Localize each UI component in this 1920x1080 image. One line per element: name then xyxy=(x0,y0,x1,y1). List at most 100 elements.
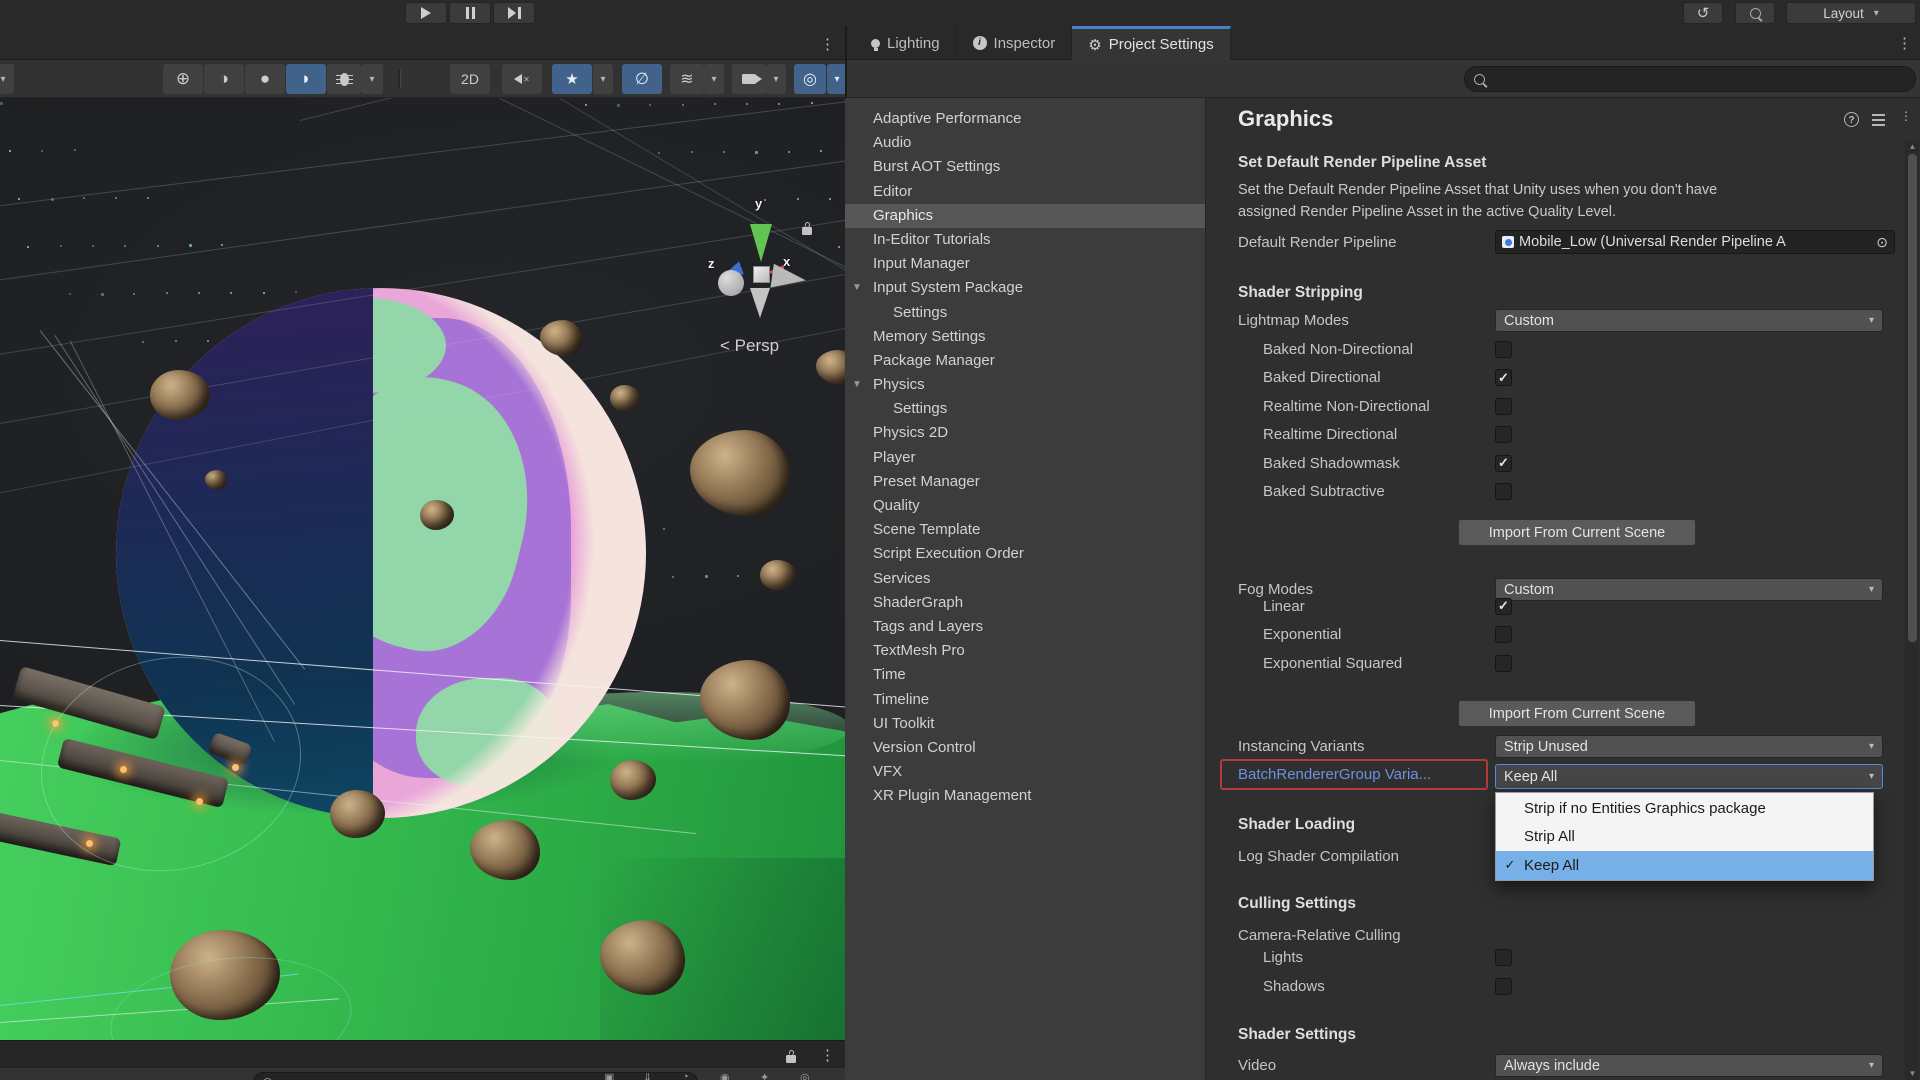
tab-inspector[interactable]: i Inspector xyxy=(957,26,1073,60)
settings-list-item[interactable]: Graphics xyxy=(845,203,1205,228)
gizmo-y-axis[interactable] xyxy=(750,224,772,262)
video-shaders-dropdown[interactable]: Always include ▾ xyxy=(1495,1054,1883,1077)
foldout-icon[interactable]: ▼ xyxy=(852,276,868,300)
object-picker-icon[interactable]: ⊙ xyxy=(1876,234,1888,251)
layout-dropdown[interactable]: Layout ▾ xyxy=(1786,2,1916,24)
debug-draw-mode-dropdown[interactable]: ▾ xyxy=(361,64,383,94)
panel-icon[interactable]: ◔ xyxy=(682,1071,689,1080)
settings-list-item[interactable]: Burst AOT Settings xyxy=(845,155,1205,179)
settings-list-item[interactable]: ShaderGraph xyxy=(845,591,1205,615)
console-search-input[interactable] xyxy=(253,1072,698,1080)
2d-mode-button[interactable]: 2D xyxy=(450,64,490,94)
gizmo-gray-axis[interactable] xyxy=(750,288,770,318)
settings-list-item[interactable]: Editor xyxy=(845,180,1205,204)
gizmo-minus-axis[interactable] xyxy=(718,270,744,296)
presets-icon[interactable] xyxy=(1872,114,1885,126)
gizmos-button[interactable]: ◎ xyxy=(794,64,826,94)
panel-icon[interactable]: ✦ xyxy=(760,1071,769,1080)
settings-list-item[interactable]: Settings xyxy=(845,397,1205,421)
draw-mode-debug-button[interactable]: ◗ xyxy=(286,64,326,94)
settings-search-input[interactable] xyxy=(1464,66,1916,92)
default-render-pipeline-field[interactable]: Mobile_Low (Universal Render Pipeline A … xyxy=(1495,230,1895,254)
dropdown-menu-item[interactable]: Strip All xyxy=(1496,823,1873,852)
settings-list-item[interactable]: Quality xyxy=(845,494,1205,518)
camera-settings-dropdown[interactable]: ▾ xyxy=(766,64,786,94)
checkbox[interactable] xyxy=(1495,654,1512,672)
checkbox[interactable]: ✓ xyxy=(1495,369,1512,387)
settings-list-item[interactable]: Adaptive Performance xyxy=(845,107,1205,131)
pane-menu-icon[interactable]: ⋮ xyxy=(1897,34,1912,52)
checkbox[interactable] xyxy=(1495,340,1512,358)
dropdown-menu-item[interactable]: Strip if no Entities Graphics package xyxy=(1496,794,1873,823)
lightmap-modes-dropdown[interactable]: Custom ▾ xyxy=(1495,309,1883,332)
lock-icon[interactable] xyxy=(786,1055,796,1063)
draw-mode-wireframe-button[interactable]: ⊕ xyxy=(163,64,203,94)
scroll-down-icon[interactable]: ▼ xyxy=(1906,1069,1919,1078)
settings-list-item[interactable]: VFX xyxy=(845,760,1205,784)
settings-list-item[interactable]: In-Editor Tutorials xyxy=(845,228,1205,252)
tool-overflow-button[interactable]: ▾ xyxy=(0,64,14,94)
instancing-variants-dropdown[interactable]: Strip Unused ▾ xyxy=(1495,735,1883,758)
perspective-label[interactable]: < Persp xyxy=(720,336,779,356)
checkbox[interactable] xyxy=(1495,977,1512,995)
settings-list-item[interactable]: Player xyxy=(845,446,1205,470)
settings-list-item[interactable]: Input Manager xyxy=(845,252,1205,276)
checkbox[interactable] xyxy=(1495,483,1512,501)
tab-lighting[interactable]: Lighting xyxy=(855,26,957,60)
layers-dropdown[interactable]: ▾ xyxy=(704,64,724,94)
settings-list-item[interactable]: Package Manager xyxy=(845,349,1205,373)
settings-list-item[interactable]: ▼ Input System Package xyxy=(845,276,1205,300)
settings-list-item[interactable]: Scene Template xyxy=(845,518,1205,542)
settings-list-item[interactable]: Settings xyxy=(845,301,1205,325)
undo-history-button[interactable]: ↺ xyxy=(1683,2,1723,24)
settings-list-item[interactable]: Tags and Layers xyxy=(845,615,1205,639)
gizmo-gray-axis[interactable] xyxy=(770,263,808,293)
scroll-up-icon[interactable]: ▲ xyxy=(1906,142,1919,151)
scrollbar-thumb[interactable] xyxy=(1908,154,1917,642)
play-button[interactable] xyxy=(405,2,447,24)
checkbox[interactable]: ✓ xyxy=(1495,454,1512,472)
scene-gizmo[interactable]: y x z < Persp xyxy=(0,98,845,355)
camera-settings-button[interactable] xyxy=(732,64,766,94)
pause-button[interactable] xyxy=(449,2,491,24)
settings-list-item[interactable]: UI Toolkit xyxy=(845,712,1205,736)
lock-icon[interactable] xyxy=(802,227,812,235)
settings-list-item[interactable]: TextMesh Pro xyxy=(845,639,1205,663)
hidden-objects-button[interactable]: ∅ xyxy=(622,64,662,94)
draw-mode-shaded-button[interactable]: ● xyxy=(245,64,285,94)
step-button[interactable] xyxy=(493,2,535,24)
pane-menu-icon[interactable]: ⋮ xyxy=(820,35,835,53)
settings-list-item[interactable]: XR Plugin Management xyxy=(845,784,1205,808)
import-from-scene-button[interactable]: Import From Current Scene xyxy=(1458,700,1696,727)
settings-list-item[interactable]: ▼ Physics xyxy=(845,373,1205,397)
search-everywhere-button[interactable] xyxy=(1735,2,1775,24)
panel-icon[interactable]: ⇓ xyxy=(643,1071,652,1080)
effects-toggle-button[interactable]: ★ xyxy=(552,64,592,94)
checkbox[interactable]: ✓ xyxy=(1495,597,1512,615)
pane-menu-icon[interactable]: ⋮ xyxy=(820,1046,835,1064)
batchrenderergroup-variants-dropdown[interactable]: Keep All ▾ xyxy=(1495,764,1883,789)
checkbox[interactable] xyxy=(1495,626,1512,644)
effects-dropdown[interactable]: ▾ xyxy=(593,64,613,94)
draw-mode-shaded-wireframe-button[interactable]: ◑ xyxy=(204,64,244,94)
panel-scrollbar[interactable]: ▲ ▼ xyxy=(1905,140,1919,1080)
checkbox[interactable] xyxy=(1495,397,1512,415)
tab-project-settings[interactable]: ⚙ Project Settings xyxy=(1072,26,1231,60)
debug-draw-mode-button[interactable] xyxy=(327,64,361,94)
panel-menu-icon[interactable]: ⋮ xyxy=(1900,109,1912,123)
foldout-icon[interactable]: ▼ xyxy=(852,373,868,397)
gizmo-center-cube[interactable] xyxy=(753,266,770,283)
gizmos-dropdown[interactable]: ▾ xyxy=(827,64,847,94)
settings-list-item[interactable]: Version Control xyxy=(845,736,1205,760)
settings-list-item[interactable]: Physics 2D xyxy=(845,421,1205,445)
scene-viewport[interactable]: y x z < Persp xyxy=(0,98,845,1040)
panel-icon[interactable]: ◎ xyxy=(800,1071,810,1080)
settings-list-item[interactable]: Timeline xyxy=(845,688,1205,712)
help-icon[interactable]: ? xyxy=(1844,112,1859,127)
checkbox[interactable] xyxy=(1495,948,1512,966)
settings-list-item[interactable]: Audio xyxy=(845,131,1205,155)
settings-list-item[interactable]: Script Execution Order xyxy=(845,542,1205,566)
settings-list-item[interactable]: Services xyxy=(845,567,1205,591)
layers-button[interactable]: ≋ xyxy=(670,64,704,94)
panel-icon[interactable]: ▣ xyxy=(604,1071,614,1080)
